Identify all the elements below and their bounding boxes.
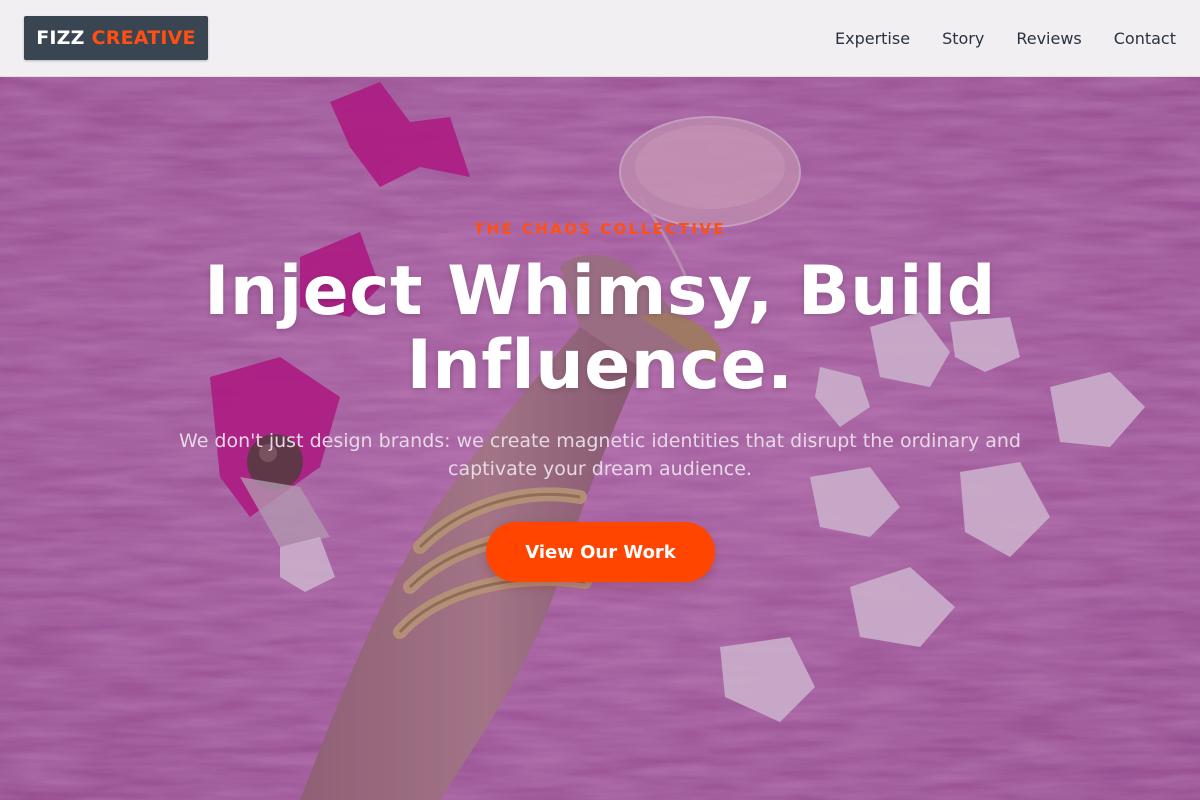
main-nav: Expertise Story Reviews Contact <box>835 29 1176 48</box>
nav-link-story[interactable]: Story <box>942 29 984 48</box>
nav-link-expertise[interactable]: Expertise <box>835 29 910 48</box>
hero-content: THE CHAOS COLLECTIVE Inject Whimsy, Buil… <box>0 77 1200 800</box>
hero-headline: Inject Whimsy, Build Influence. <box>150 255 1050 403</box>
logo-word-creative: CREATIVE <box>91 27 196 49</box>
hero-subtitle: We don't just design brands: we create m… <box>179 430 1021 480</box>
hero-section: THE CHAOS COLLECTIVE Inject Whimsy, Buil… <box>0 77 1200 800</box>
view-our-work-button[interactable]: View Our Work <box>486 522 715 582</box>
site-header: FIZZ CREATIVE Expertise Story Reviews Co… <box>0 0 1200 77</box>
hero-headline-line-2: Influence. <box>406 326 794 405</box>
nav-link-reviews[interactable]: Reviews <box>1016 29 1081 48</box>
nav-link-contact[interactable]: Contact <box>1114 29 1176 48</box>
hero-headline-line-1: Inject Whimsy, Build <box>204 252 996 331</box>
logo-word-fizz: FIZZ <box>36 27 85 49</box>
logo[interactable]: FIZZ CREATIVE <box>24 16 208 60</box>
hero-eyebrow: THE CHAOS COLLECTIVE <box>473 220 726 238</box>
